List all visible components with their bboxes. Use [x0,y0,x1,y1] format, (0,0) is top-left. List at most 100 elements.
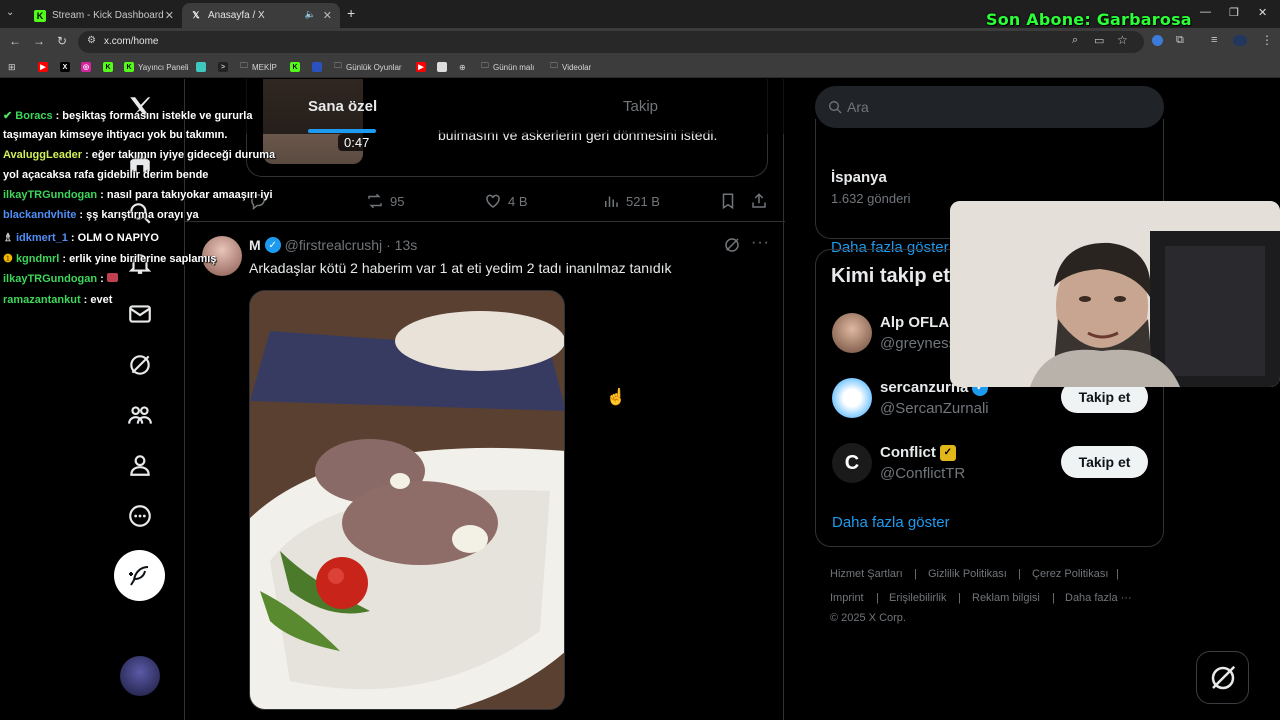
footer-separator: | [876,592,879,604]
bookmark-youtube-2[interactable]: ▶ [416,60,426,74]
bookmark-yayinci-paneli[interactable]: K Yayıncı Paneli [124,60,189,74]
communities-icon[interactable] [124,399,156,431]
grok-icon[interactable] [124,349,156,381]
grok-icon[interactable] [723,236,741,259]
more-icon[interactable] [124,500,156,532]
search-bar[interactable]: Ara [815,86,1164,128]
bookmark-instagram[interactable]: ◎ [81,60,91,74]
bookmark-videolar[interactable]: 🗀 Videolar [550,60,591,74]
account-avatar[interactable] [120,656,160,696]
suggestion-avatar[interactable] [832,313,872,353]
puzzle-icon[interactable]: ⧉ [1176,34,1184,47]
site-info-icon[interactable]: ⚙ [87,35,96,46]
bookmark-button[interactable] [719,192,737,210]
folder-icon: 🗀 [550,61,558,70]
bookmark-terminal[interactable]: > [218,60,228,74]
suggestion-avatar[interactable]: C [832,443,872,483]
back-icon[interactable]: ← [9,34,21,48]
post[interactable]: M ✓ @firstrealcrushj · 13s ··· Arkadaşla… [185,221,785,720]
tab-for-you[interactable]: Sana özel [308,98,377,115]
new-tab-button[interactable]: + [347,5,355,21]
tab-following[interactable]: Takip [623,98,658,115]
bookmark-mekip[interactable]: 🗀 MEKİP [240,60,277,74]
footer-link[interactable]: Çerez Politikası [1032,568,1108,580]
forward-icon[interactable]: → [33,34,45,48]
footer-link[interactable]: Gizlilik Politikası [928,568,1007,580]
post-author-handle[interactable]: @firstrealcrushj [285,237,382,253]
bookmark-globe[interactable]: ⊕ [459,60,466,74]
grok-floating-button[interactable] [1196,651,1249,704]
apps-icon[interactable]: ⊞ [8,60,16,74]
food-photo [250,291,564,709]
bookmark-star-icon[interactable]: ☆ [1117,33,1128,47]
profile-icon[interactable] [124,449,156,481]
who-to-follow-title: Kimi takip et [831,265,950,287]
post-author-name[interactable]: M [249,237,261,253]
folder-icon: 🗀 [481,61,489,70]
like-button[interactable]: 4 B [484,192,528,210]
bookmark-app[interactable] [196,60,206,74]
post-button[interactable] [114,550,165,601]
trend-item[interactable]: İspanya 1.632 gönderi [831,169,911,206]
tab-kick-dashboard[interactable]: K Stream - Kick Dashboard ✕ [26,3,182,28]
chat-text: : beşiktaş formasını istekle ve gururla [55,110,253,122]
tab-search-icon[interactable]: ⌄ [6,7,14,18]
reload-icon[interactable]: ↻ [57,34,67,48]
post-image[interactable] [249,290,565,710]
post-time[interactable]: · 13s [386,237,417,253]
bookmarks-bar: ⊞ ▶ X ◎ K K Yayıncı Paneli > 🗀 MEKİP K 🗀 Gü… [0,56,1280,78]
suggestion-handle[interactable]: @greyness [880,335,956,352]
extension-icon[interactable] [1152,35,1163,46]
speaker-icon[interactable]: 🔈 [305,9,316,20]
close-icon[interactable]: ✕ [165,9,174,22]
suggestion-name[interactable]: Alp OFLAS [880,314,959,331]
menu-icon[interactable]: ⋮ [1261,33,1273,47]
suggestion-handle[interactable]: @SercanZurnali [880,400,989,417]
x-home-page: 0:47 bulmasını ve askerlerin geri dönmes… [0,79,1280,720]
footer-link[interactable]: Erişilebilirlik [889,592,946,604]
chat-username: idkmert_1 [15,232,68,244]
chat-message: ✔ Boracs: beşiktaş formasını istekle ve … [3,109,252,122]
chat-text: : nasıl para takıyokar amaaşırı iyi [100,189,273,201]
bookmark-kick[interactable]: K [103,60,113,74]
maximize-button[interactable]: ❐ [1229,6,1239,19]
folder-icon: 🗀 [334,61,342,70]
retweet-button[interactable]: 95 [366,192,404,210]
bookmark-youtube[interactable]: ▶ [38,60,48,74]
bookmark-gunluk-oyunlar[interactable]: 🗀 Günlük Oyunlar [334,60,402,74]
youtube-icon: ▶ [416,62,426,72]
profile-icon[interactable] [1233,35,1247,46]
chat-message: taşımayan kimseye ihtiyacı yok bu takımı… [3,129,227,141]
follow-button[interactable]: Takip et [1061,446,1148,478]
zoom-icon[interactable]: ⌕ [1072,34,1078,47]
footer-link[interactable]: Daha fazla ··· [1065,592,1132,604]
footer-link[interactable]: Imprint [830,592,864,604]
messages-icon[interactable] [124,298,156,330]
address-bar[interactable]: ⚙ x.com/home ⌕ ▭ ☆ [78,31,1144,53]
globe-icon: ⊕ [459,62,466,72]
window-close-button[interactable]: ✕ [1258,6,1267,19]
footer-link[interactable]: Reklam bilgisi [972,592,1040,604]
bookmark-blue[interactable] [312,60,322,74]
bookmark-x[interactable]: X [60,60,70,74]
bookmark-game[interactable] [437,60,447,74]
reading-list-icon[interactable]: ≡ [1211,34,1217,46]
tab-x-home[interactable]: 𝕏 Anasayfa / X 🔈 ✕ [182,3,340,28]
footer-link[interactable]: Hizmet Şartları [830,568,903,580]
close-icon[interactable]: ✕ [323,9,332,22]
chat-text: : şş karıştırma orayı ya [79,209,199,221]
bookmark-kick-2[interactable]: K [290,60,300,74]
share-button[interactable] [750,192,768,210]
more-options-icon[interactable]: ··· [751,234,770,252]
emote-icon [106,273,118,282]
suggestion-name[interactable]: Conflict ✓ [880,444,956,461]
cast-icon[interactable]: ▭ [1094,34,1104,47]
who-to-follow-show-more[interactable]: Daha fazla göster [832,514,950,531]
minimize-button[interactable]: — [1200,6,1211,18]
grok-icon [1211,665,1235,689]
bookmark-gunun-mali[interactable]: 🗀 Günün malı [481,60,534,74]
views-button[interactable]: 521 B [602,192,660,210]
suggestion-avatar[interactable] [832,378,872,418]
chat-username: Boracs [15,110,53,122]
suggestion-handle[interactable]: @ConflictTR [880,465,965,482]
